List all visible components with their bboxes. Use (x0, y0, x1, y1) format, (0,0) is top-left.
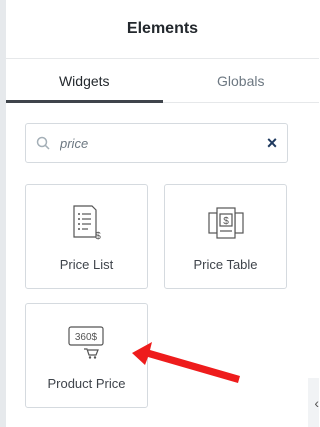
widget-card-price-table[interactable]: $ Price Table (164, 184, 287, 289)
tab-globals[interactable]: Globals (163, 59, 320, 102)
search-box: × (25, 123, 288, 163)
chevron-left-icon: ‹ (314, 394, 319, 411)
search-input[interactable] (60, 135, 257, 151)
search-icon (26, 136, 60, 150)
close-icon[interactable]: × (257, 133, 287, 154)
svg-text:$: $ (95, 231, 101, 242)
collapse-panel-button[interactable]: ‹ (308, 378, 319, 427)
panel-title: Elements (126, 20, 199, 37)
price-list-icon: $ (71, 203, 103, 243)
panel-tabs: Widgets Globals (6, 59, 319, 103)
annotation-arrow (132, 342, 240, 383)
widget-card-price-list[interactable]: $ Price List (25, 184, 148, 289)
tab-widgets[interactable]: Widgets (6, 59, 163, 103)
widget-label: Price List (59, 257, 114, 272)
svg-text:$: $ (223, 216, 229, 227)
widget-label: Product Price (47, 376, 126, 391)
price-table-icon: $ (207, 203, 245, 243)
panel-header: Elements (6, 0, 319, 59)
widget-label: Price Table (193, 257, 258, 272)
product-price-icon: 360$ (67, 322, 107, 362)
product-price-icon-text: 360$ (74, 332, 97, 343)
